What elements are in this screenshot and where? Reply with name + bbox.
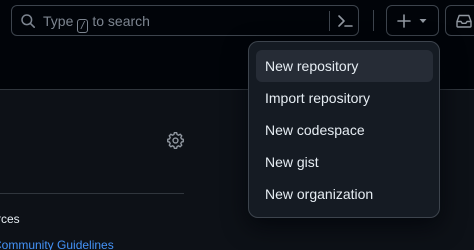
search-placeholder-rest: to search bbox=[92, 13, 150, 29]
create-new-button[interactable] bbox=[386, 5, 439, 36]
resources-heading: rces bbox=[0, 212, 20, 226]
menu-item-new-repository[interactable]: New repository bbox=[256, 50, 433, 82]
search-input[interactable]: Type / to search bbox=[11, 5, 359, 36]
menu-item-import-repository[interactable]: Import repository bbox=[256, 82, 433, 114]
plus-icon bbox=[397, 14, 411, 28]
search-icon bbox=[21, 14, 35, 28]
inbox-icon bbox=[456, 14, 472, 28]
community-guidelines-link[interactable]: Community Guidelines bbox=[0, 238, 114, 250]
search-separator bbox=[329, 11, 330, 31]
search-placeholder-type: Type bbox=[43, 13, 74, 29]
page: Type / to search ces Community Guideline… bbox=[0, 0, 474, 250]
gear-icon[interactable] bbox=[167, 132, 184, 149]
slash-shortcut-key: / bbox=[77, 19, 89, 33]
menu-item-new-gist[interactable]: New gist bbox=[256, 146, 433, 178]
caret-down-icon bbox=[419, 19, 427, 23]
create-new-dropdown-menu: New repository Import repository New cod… bbox=[248, 41, 440, 218]
menu-item-new-organization[interactable]: New organization bbox=[256, 178, 433, 210]
menu-item-new-codespace[interactable]: New codespace bbox=[256, 114, 433, 146]
search-placeholder: Type / to search bbox=[43, 13, 150, 33]
inbox-button[interactable] bbox=[445, 5, 474, 36]
section-divider bbox=[0, 193, 184, 194]
header-divider bbox=[373, 10, 374, 31]
command-palette-icon[interactable] bbox=[335, 11, 355, 31]
